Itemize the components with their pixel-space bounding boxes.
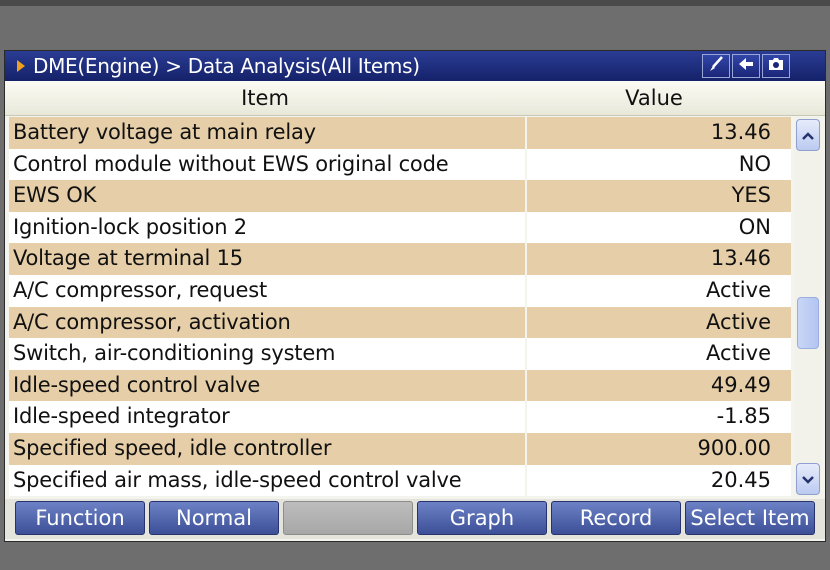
row-item-name: Ignition-lock position 2 (13, 214, 247, 239)
chevron-down-icon (801, 470, 815, 489)
table-row[interactable]: Specified air mass, idle-speed control v… (9, 464, 791, 497)
record-button[interactable]: Record (551, 501, 681, 535)
row-item-name: Control module without EWS original code (13, 151, 449, 176)
table-row[interactable]: Switch, air-conditioning system Active (9, 338, 791, 370)
scrollbar[interactable] (795, 117, 821, 497)
top-strip (0, 0, 830, 6)
row-value: NO (738, 151, 771, 176)
row-item-name: EWS OK (13, 183, 97, 208)
breadcrumb-arrow-icon (17, 60, 25, 72)
row-value: 49.49 (710, 372, 771, 397)
camera-icon (767, 51, 785, 81)
table-row[interactable]: Ignition-lock position 2 ON (9, 211, 791, 244)
table-row[interactable]: Idle-speed control valve 49.49 (9, 369, 791, 402)
row-value: Active (706, 309, 771, 334)
row-value: Active (706, 277, 771, 302)
back-button[interactable] (732, 54, 760, 78)
row-value: YES (731, 183, 771, 208)
table-row[interactable]: EWS OK YES (9, 180, 791, 212)
column-header-value: Value (625, 86, 683, 110)
back-arrow-icon (737, 51, 755, 81)
function-button-bar: Function Normal Graph Record Select Item (5, 499, 825, 539)
row-value: Active (706, 341, 771, 366)
table-row[interactable]: Idle-speed integrator -1.85 (9, 401, 791, 433)
normal-button[interactable]: Normal (149, 501, 279, 535)
data-analysis-window: DME(Engine) > Data Analysis(All Items) I… (4, 50, 826, 542)
column-header: Item Value (5, 81, 825, 116)
row-value: 900.00 (697, 435, 771, 460)
scroll-up-button[interactable] (796, 119, 820, 151)
select-item-button[interactable]: Select Item (685, 501, 815, 535)
data-table: Battery voltage at main relay 13.46 Contro… (9, 117, 791, 497)
row-item-name: Idle-speed integrator (13, 404, 230, 429)
row-value: 13.46 (710, 120, 771, 144)
table-row[interactable]: A/C compressor, request Active (9, 274, 791, 307)
scroll-thumb[interactable] (797, 296, 819, 349)
function-button[interactable]: Function (15, 501, 145, 535)
graph-button[interactable]: Graph (417, 501, 547, 535)
row-item-name: A/C compressor, request (13, 277, 267, 302)
row-item-name: Specified air mass, idle-speed control v… (13, 467, 462, 492)
blank-button (283, 501, 413, 535)
row-value: 20.45 (710, 467, 771, 492)
table-row[interactable]: Specified speed, idle controller 900.00 (9, 432, 791, 465)
row-value: ON (738, 214, 771, 239)
row-item-name: Voltage at terminal 15 (13, 246, 243, 271)
scroll-down-button[interactable] (796, 463, 820, 495)
brush-icon (707, 51, 725, 81)
row-value: 13.46 (710, 246, 771, 271)
row-item-name: Specified speed, idle controller (13, 435, 332, 460)
column-header-item: Item (241, 86, 289, 110)
screenshot-button[interactable] (762, 54, 790, 78)
brush-button[interactable] (702, 54, 730, 78)
row-value: -1.85 (716, 404, 771, 429)
title-bar: DME(Engine) > Data Analysis(All Items) (5, 51, 825, 81)
breadcrumb: DME(Engine) > Data Analysis(All Items) (33, 54, 420, 78)
table-row[interactable]: Control module without EWS original code… (9, 148, 791, 181)
row-item-name: Battery voltage at main relay (13, 120, 316, 144)
table-row[interactable]: Battery voltage at main relay 13.46 (9, 117, 791, 149)
row-item-name: Idle-speed control valve (13, 372, 261, 397)
row-item-name: Switch, air-conditioning system (13, 341, 336, 366)
table-row[interactable]: A/C compressor, activation Active (9, 306, 791, 339)
table-row[interactable]: Voltage at terminal 15 13.46 (9, 243, 791, 275)
row-item-name: A/C compressor, activation (13, 309, 291, 334)
chevron-up-icon (801, 126, 815, 145)
